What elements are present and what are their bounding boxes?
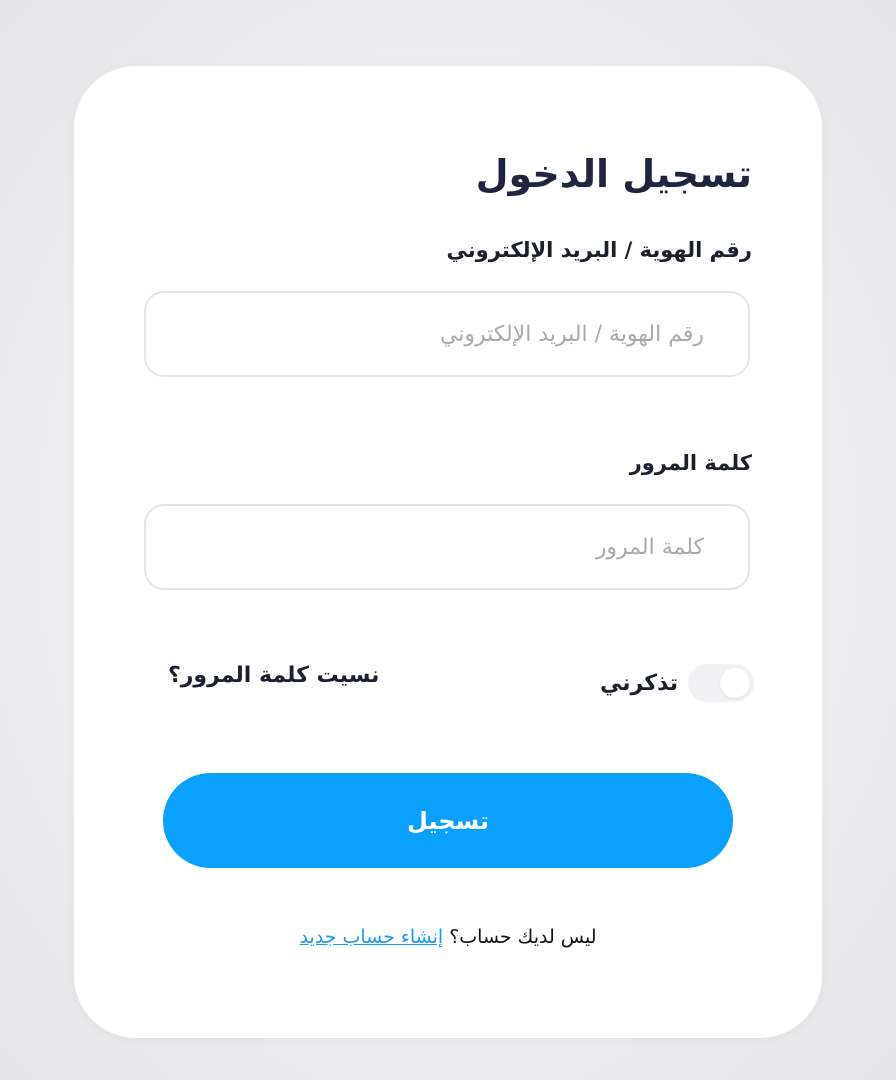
signup-prompt: ليس لديك حساب؟ إنشاء حساب جديد <box>74 926 822 948</box>
no-account-text: ليس لديك حساب؟ <box>449 926 597 948</box>
forgot-password-link[interactable]: نسيت كلمة المرور؟ <box>168 663 379 688</box>
remember-me-toggle[interactable] <box>688 664 754 702</box>
login-card: تسجيل الدخول رقم الهوية / البريد الإلكتر… <box>74 66 822 1038</box>
login-submit-button[interactable]: تسجيل <box>163 773 733 868</box>
page-title: تسجيل الدخول <box>475 152 752 196</box>
id-email-input[interactable] <box>144 291 750 377</box>
remember-me: تذكرني <box>600 664 754 702</box>
id-email-label: رقم الهوية / البريد الإلكتروني <box>446 238 752 262</box>
password-label: كلمة المرور <box>629 451 752 475</box>
create-account-link[interactable]: إنشاء حساب جديد <box>299 926 443 948</box>
remember-me-label: تذكرني <box>600 670 678 696</box>
password-input[interactable] <box>144 504 750 590</box>
toggle-knob <box>720 668 750 698</box>
